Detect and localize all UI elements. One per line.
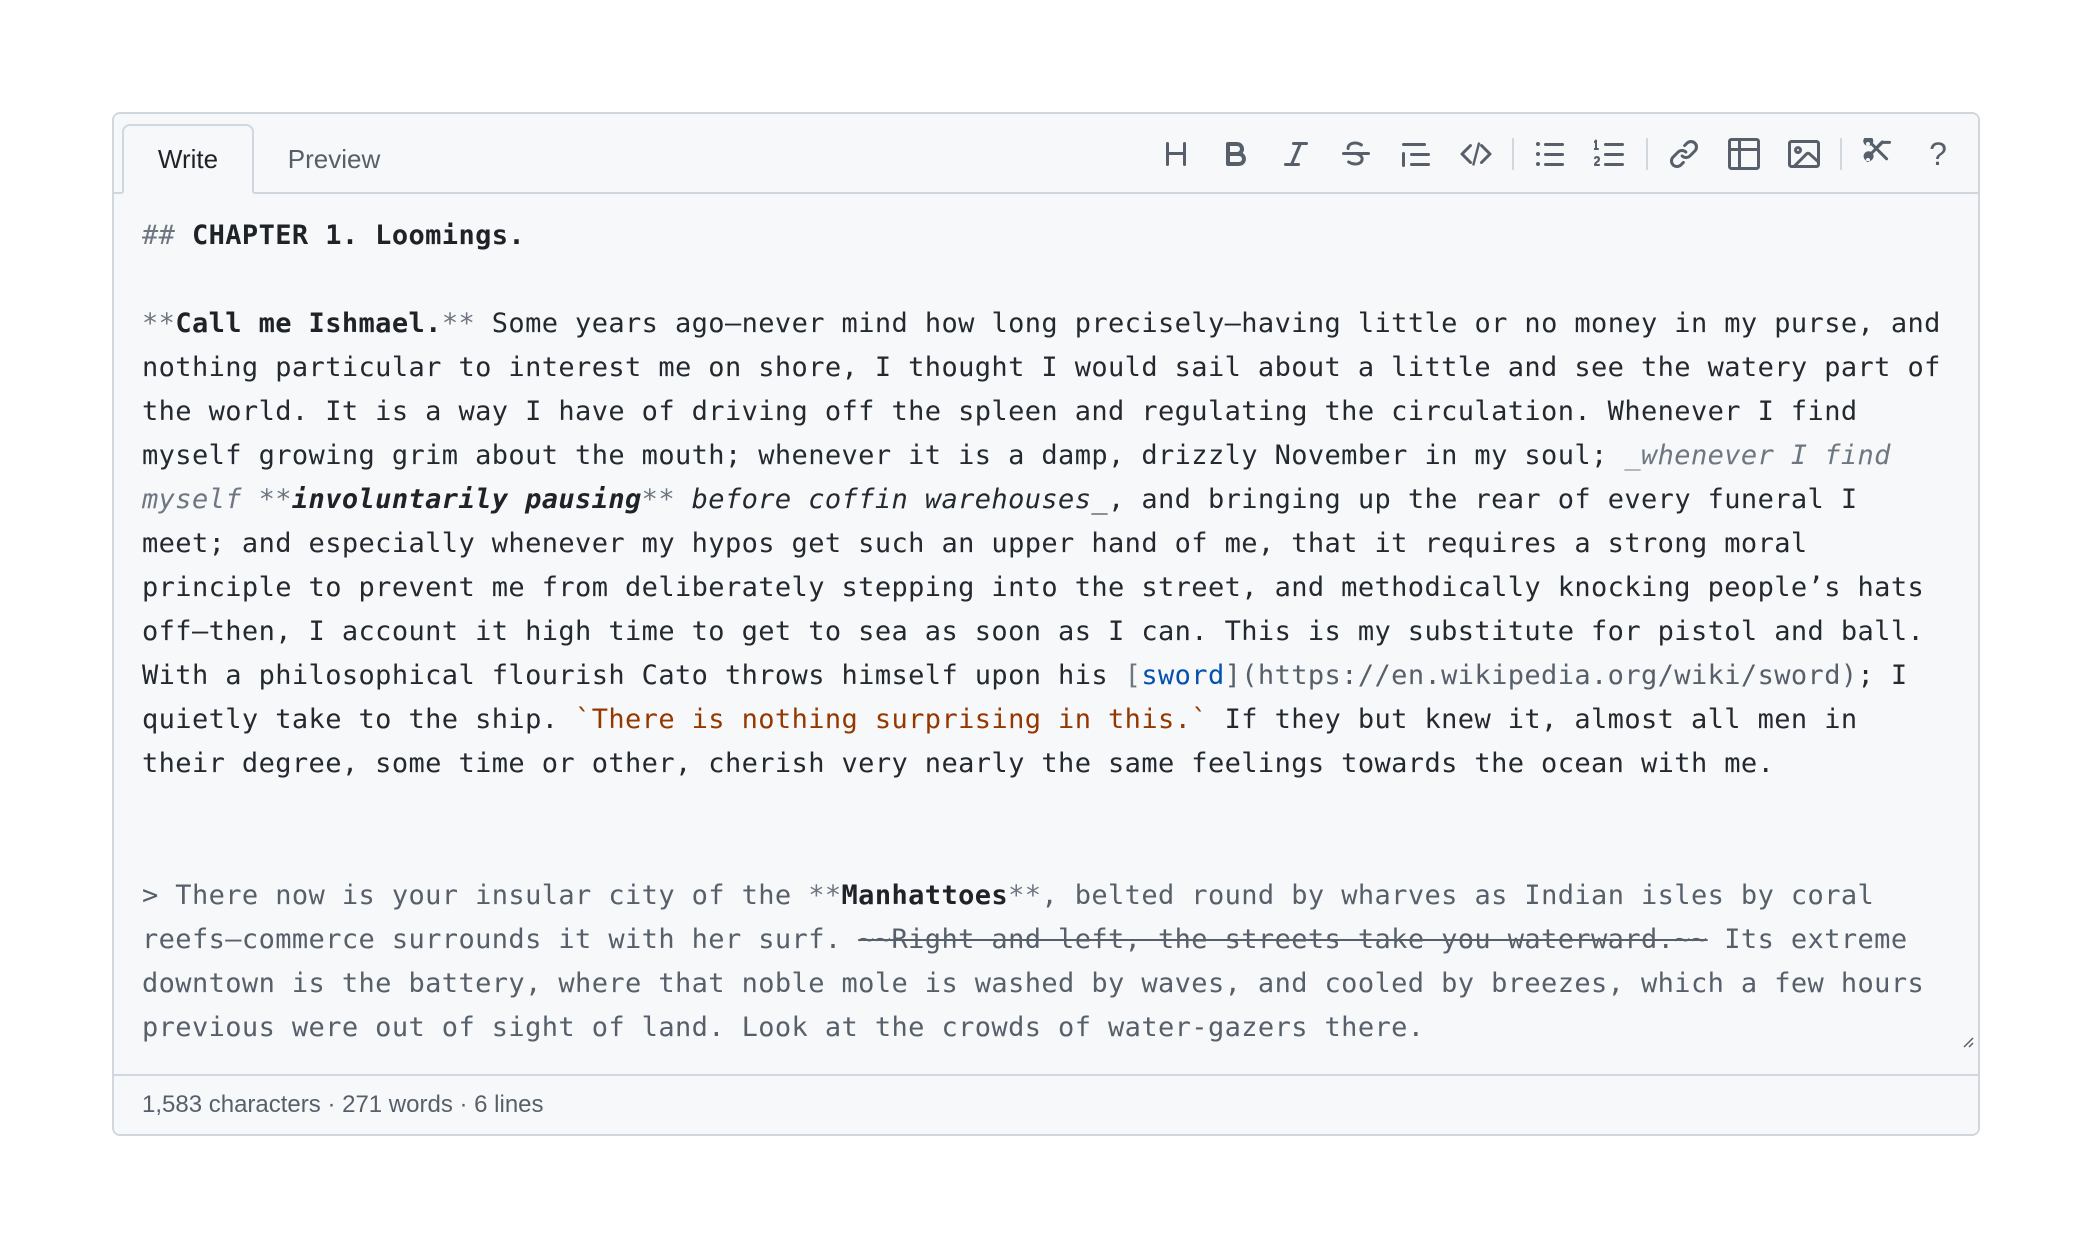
toolbar-divider bbox=[1840, 138, 1842, 170]
blockquote: > There now is your insular city of the … bbox=[142, 874, 1948, 1050]
strikethrough-button[interactable] bbox=[1326, 128, 1386, 180]
status-bar: 1,583 characters · 271 words · 6 lines bbox=[114, 1074, 1978, 1134]
heading-text: CHAPTER 1. Loomings. bbox=[191, 220, 526, 251]
heading-icon bbox=[1166, 142, 1186, 166]
toolbar-divider bbox=[1646, 138, 1648, 170]
italic-button[interactable] bbox=[1266, 128, 1326, 180]
table-button[interactable] bbox=[1714, 128, 1774, 180]
quote-icon bbox=[1402, 143, 1430, 167]
link-bracket: [ bbox=[1124, 660, 1142, 691]
tab-preview[interactable]: Preview bbox=[264, 124, 404, 194]
bold-text: Manhattoes bbox=[841, 880, 1009, 911]
image-icon bbox=[1788, 140, 1820, 168]
bold-mark: ** bbox=[142, 308, 176, 339]
bullet-list-icon bbox=[1536, 142, 1564, 166]
table-icon bbox=[1728, 138, 1760, 170]
link-text[interactable]: sword bbox=[1141, 660, 1224, 691]
formatting-toolbar: ? bbox=[1146, 128, 1968, 180]
markdown-textarea[interactable]: ## CHAPTER 1. Loomings. **Call me Ishmae… bbox=[114, 194, 1978, 1056]
image-button[interactable] bbox=[1774, 128, 1834, 180]
heading-line: ## CHAPTER 1. Loomings. bbox=[142, 214, 1948, 258]
italic-text: before coffin warehouses_ bbox=[674, 484, 1109, 515]
markdown-editor: Write Preview ? ## CHAPTER 1. Loomings. … bbox=[112, 112, 1980, 1136]
toolbar-divider bbox=[1512, 138, 1514, 170]
bold-mark: ** bbox=[258, 484, 292, 515]
bold-mark: ** bbox=[808, 880, 842, 911]
help-button[interactable]: ? bbox=[1908, 128, 1968, 180]
bold-mark: ** bbox=[641, 484, 675, 515]
bold-text: Call me Ishmael. bbox=[175, 308, 442, 339]
heading-mark: ## bbox=[142, 220, 192, 251]
resize-handle-icon[interactable] bbox=[1958, 1032, 1974, 1048]
tab-write[interactable]: Write bbox=[122, 124, 254, 194]
bold-icon bbox=[1226, 142, 1247, 166]
heading-button[interactable] bbox=[1146, 128, 1206, 180]
quote-text: > There now is your insular city of the bbox=[142, 880, 809, 911]
inline-code: `There is nothing surprising in this.` bbox=[575, 704, 1208, 735]
link-button[interactable] bbox=[1654, 128, 1714, 180]
cut-icon bbox=[1863, 138, 1891, 162]
bold-mark: ** bbox=[441, 308, 476, 339]
editor-tabbar: Write Preview ? bbox=[114, 114, 1978, 194]
bullet-list-button[interactable] bbox=[1520, 128, 1580, 180]
link-icon bbox=[1669, 139, 1699, 169]
bold-italic-text: involuntarily pausing bbox=[291, 484, 642, 515]
bold-button[interactable] bbox=[1206, 128, 1266, 180]
numbered-list-icon bbox=[1594, 139, 1624, 166]
numbered-list-button[interactable] bbox=[1580, 128, 1640, 180]
link-url: ](https://en.wikipedia.org/wiki/sword) bbox=[1224, 660, 1858, 691]
help-icon: ? bbox=[1929, 135, 1947, 172]
quote-button[interactable] bbox=[1386, 128, 1446, 180]
bold-mark: ** bbox=[1008, 880, 1042, 911]
code-icon bbox=[1460, 142, 1492, 166]
code-button[interactable] bbox=[1446, 128, 1506, 180]
italic-icon bbox=[1284, 142, 1308, 166]
character-count: 1,583 characters · 271 words · 6 lines bbox=[142, 1091, 544, 1118]
strikethrough-icon bbox=[1342, 141, 1370, 166]
paragraph-1: **Call me Ishmael.** Some years ago—neve… bbox=[142, 302, 1948, 786]
cut-button[interactable] bbox=[1848, 128, 1908, 180]
strikethrough-text: ~~Right and left, the streets take you w… bbox=[858, 924, 1708, 955]
